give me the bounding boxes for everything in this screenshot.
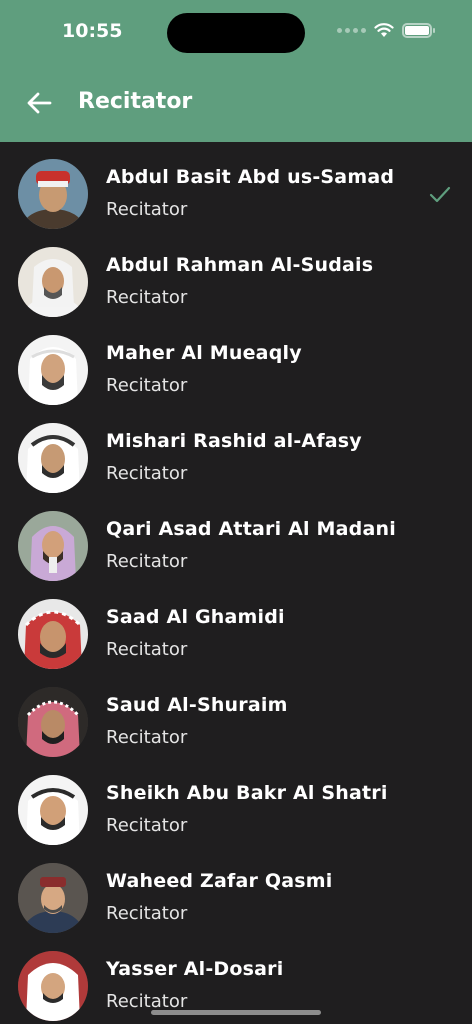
reciter-subtitle: Recitator (106, 375, 188, 396)
reciter-name: Sheikh Abu Bakr Al Shatri (106, 782, 388, 804)
reciter-subtitle: Recitator (106, 727, 188, 748)
reciter-name: Yasser Al-Dosari (106, 958, 284, 980)
reciter-avatar (18, 159, 88, 229)
reciter-row[interactable]: Saud Al-Shuraim Recitator (0, 670, 472, 758)
reciter-avatar (18, 687, 88, 757)
reciter-name: Waheed Zafar Qasmi (106, 870, 333, 892)
reciter-avatar (18, 775, 88, 845)
reciter-subtitle: Recitator (106, 551, 188, 572)
reciter-name: Abdul Rahman Al-Sudais (106, 254, 374, 276)
battery-icon (402, 22, 435, 38)
reciter-row[interactable]: Abdul Rahman Al-Sudais Recitator (0, 230, 472, 318)
reciter-subtitle: Recitator (106, 903, 188, 924)
reciter-subtitle: Recitator (106, 199, 188, 220)
reciter-row[interactable]: Mishari Rashid al-Afasy Recitator (0, 406, 472, 494)
reciter-name: Maher Al Mueaqly (106, 342, 302, 364)
reciter-subtitle: Recitator (106, 991, 188, 1012)
reciter-list: Abdul Basit Abd us-Samad Recitator Abdul… (0, 142, 472, 1022)
reciter-name: Saud Al-Shuraim (106, 694, 288, 716)
reciter-avatar (18, 511, 88, 581)
reciter-name: Saad Al Ghamidi (106, 606, 285, 628)
page-title: Recitator (78, 89, 193, 114)
reciter-avatar (18, 423, 88, 493)
reciter-row[interactable]: Waheed Zafar Qasmi Recitator (0, 846, 472, 934)
reciter-row[interactable]: Abdul Basit Abd us-Samad Recitator (0, 142, 472, 230)
reciter-subtitle: Recitator (106, 815, 188, 836)
reciter-avatar (18, 599, 88, 669)
reciter-row[interactable]: Yasser Al-Dosari Recitator (0, 934, 472, 1022)
reciter-avatar (18, 335, 88, 405)
checkmark-icon (429, 186, 451, 203)
reciter-avatar (18, 951, 88, 1021)
reciter-subtitle: Recitator (106, 639, 188, 660)
reciter-avatar (18, 863, 88, 933)
reciter-row[interactable]: Sheikh Abu Bakr Al Shatri Recitator (0, 758, 472, 846)
status-time: 10:55 (62, 20, 123, 42)
reciter-row[interactable]: Saad Al Ghamidi Recitator (0, 582, 472, 670)
reciter-name: Qari Asad Attari Al Madani (106, 518, 396, 540)
wifi-icon (374, 23, 394, 37)
arrow-left-icon[interactable] (24, 88, 54, 118)
reciter-subtitle: Recitator (106, 287, 188, 308)
reciter-name: Mishari Rashid al-Afasy (106, 430, 362, 452)
reciter-row[interactable]: Maher Al Mueaqly Recitator (0, 318, 472, 406)
home-indicator[interactable] (151, 1010, 321, 1015)
app-bar: 10:55 Recitator (0, 0, 472, 142)
dynamic-island (167, 13, 305, 53)
reciter-subtitle: Recitator (106, 463, 188, 484)
signal-icon (337, 27, 366, 33)
reciter-avatar (18, 247, 88, 317)
reciter-row[interactable]: Qari Asad Attari Al Madani Recitator (0, 494, 472, 582)
status-icons (337, 22, 435, 38)
reciter-name: Abdul Basit Abd us-Samad (106, 166, 395, 188)
